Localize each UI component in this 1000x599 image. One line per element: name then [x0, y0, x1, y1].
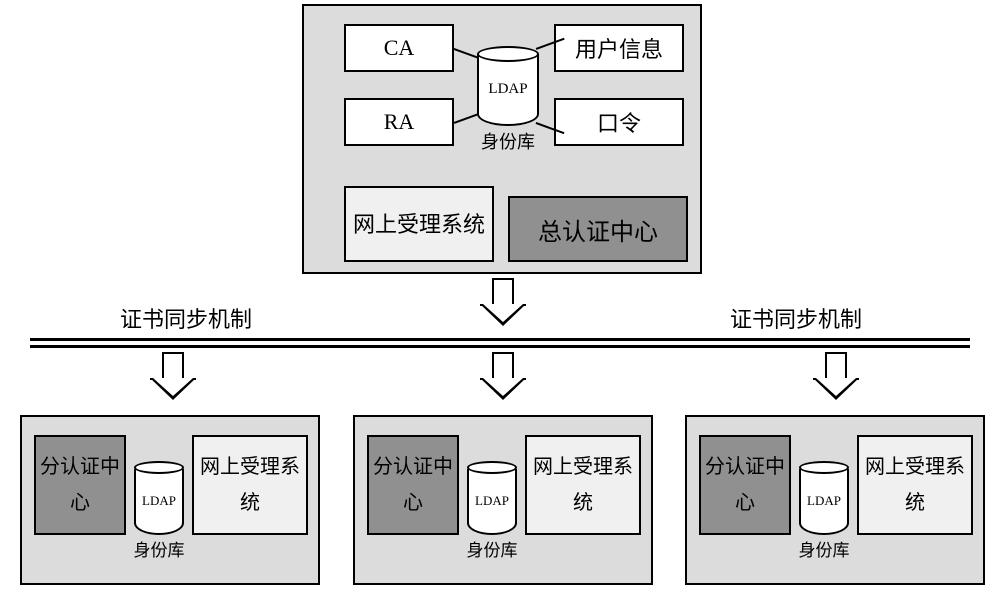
ldap-cylinder: LDAP 身份库 [477, 46, 539, 126]
ldap-cylinder: LDAP 身份库 [467, 461, 517, 535]
arrow-down-icon [150, 352, 196, 402]
id-store-label: 身份库 [134, 536, 185, 561]
arrow-down-icon [813, 352, 859, 402]
ldap-label: LDAP [467, 469, 517, 535]
ca-box: CA [344, 24, 454, 72]
ldap-cylinder: LDAP 身份库 [134, 461, 184, 535]
online-accept-box: 网上受理系统 [525, 435, 641, 535]
main-auth-center-box: CA RA 用户信息 口令 LDAP 身份库 网上受理系统 总认证中心 [302, 4, 702, 274]
sub-auth-label: 分认证中心 [34, 435, 126, 535]
sub-auth-center-box: 分认证中心 LDAP 身份库 网上受理系统 [20, 415, 320, 585]
id-store-label: 身份库 [481, 128, 535, 154]
architecture-diagram: CA RA 用户信息 口令 LDAP 身份库 网上受理系统 总认证中心 证书同步… [0, 0, 1000, 599]
sync-mechanism-label: 证书同步机制 [120, 302, 252, 334]
arrow-down-icon [480, 352, 526, 402]
total-auth-center-box: 总认证中心 [508, 196, 688, 262]
ldap-label: LDAP [477, 54, 539, 126]
ldap-label: LDAP [134, 469, 184, 535]
ldap-label: LDAP [799, 469, 849, 535]
password-box: 口令 [554, 98, 684, 146]
sync-bus-line [30, 338, 970, 350]
arrow-down-icon [480, 278, 526, 328]
online-accept-box: 网上受理系统 [857, 435, 973, 535]
sub-auth-label: 分认证中心 [367, 435, 459, 535]
id-store-label: 身份库 [799, 536, 850, 561]
sub-auth-label: 分认证中心 [699, 435, 791, 535]
ldap-cylinder: LDAP 身份库 [799, 461, 849, 535]
online-accept-box: 网上受理系统 [192, 435, 308, 535]
sub-auth-center-box: 分认证中心 LDAP 身份库 网上受理系统 [353, 415, 653, 585]
userinfo-box: 用户信息 [554, 24, 684, 72]
id-store-label: 身份库 [467, 536, 518, 561]
ra-box: RA [344, 98, 454, 146]
sub-auth-center-box: 分认证中心 LDAP 身份库 网上受理系统 [685, 415, 985, 585]
online-accept-box: 网上受理系统 [344, 186, 494, 262]
sync-mechanism-label: 证书同步机制 [730, 302, 862, 334]
